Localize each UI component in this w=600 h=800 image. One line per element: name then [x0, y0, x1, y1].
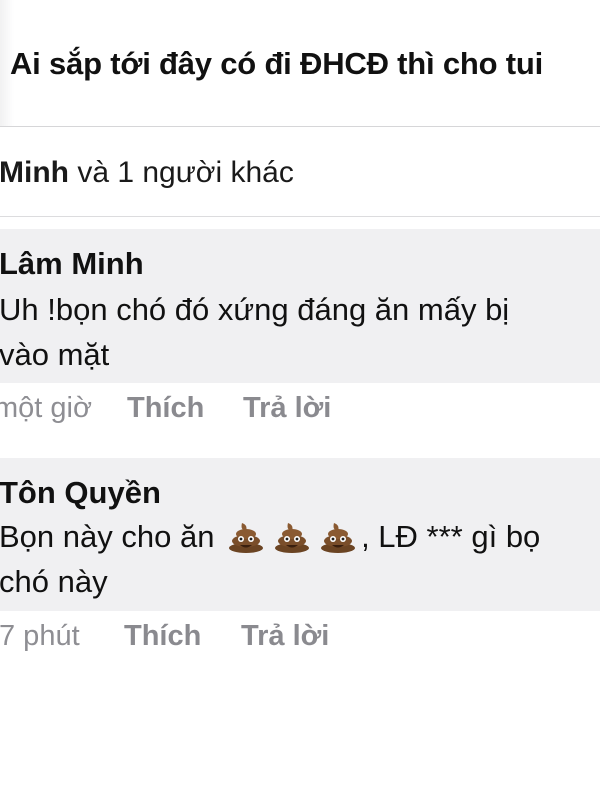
- reactions-line[interactable]: Minh và 1 người khác: [0, 156, 294, 190]
- comment-text-line: Bọn này cho ăn , LĐ *** gì bọ: [0, 519, 540, 555]
- pile-of-poo-icon: [273, 519, 311, 553]
- reply-button[interactable]: Trả lời: [243, 392, 331, 425]
- like-button[interactable]: Thích: [127, 392, 204, 425]
- comment-thread-screen: Ai sắp tới đây có đi ĐHCĐ thì cho tui Mi…: [0, 0, 600, 800]
- comment-timestamp: 7 phút: [0, 620, 80, 652]
- comment-text-start: Bọn này cho ăn: [0, 519, 215, 554]
- comment-text-line: Uh !bọn chó đó xứng đáng ăn mấy bị: [0, 292, 510, 327]
- comment-author[interactable]: Lâm Minh: [0, 246, 144, 282]
- comment-text-end: , LĐ *** gì bọ: [361, 519, 541, 554]
- comment-author[interactable]: Tôn Quyền: [0, 475, 161, 511]
- like-button[interactable]: Thích: [124, 620, 201, 653]
- post-header: Ai sắp tới đây có đi ĐHCĐ thì cho tui: [0, 0, 600, 127]
- reactor-name: Minh: [0, 156, 69, 189]
- comment-text-line: chó này: [0, 564, 108, 599]
- comment-timestamp: một giờ: [0, 392, 92, 424]
- reactions-others: và 1 người khác: [68, 156, 294, 189]
- pile-of-poo-icon: [227, 519, 265, 553]
- reply-button[interactable]: Trả lời: [241, 620, 329, 653]
- pile-of-poo-icon: [319, 519, 357, 553]
- post-text: Ai sắp tới đây có đi ĐHCĐ thì cho tui: [10, 46, 544, 81]
- comment-text-line: vào mặt: [0, 337, 110, 372]
